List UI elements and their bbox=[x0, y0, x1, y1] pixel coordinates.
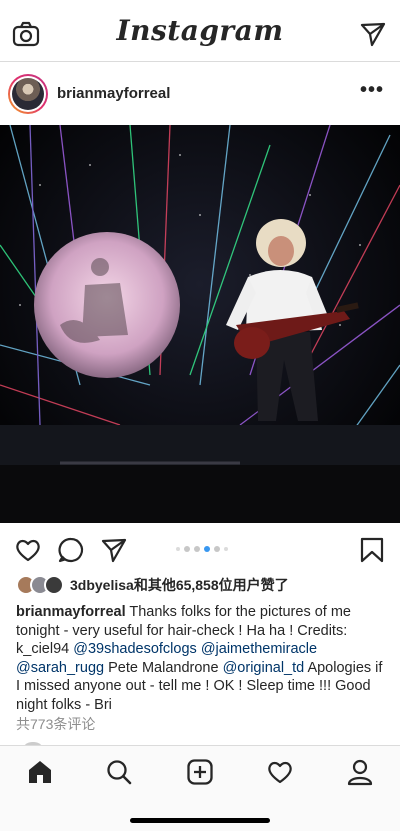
mention-link[interactable]: @sarah_rugg bbox=[16, 660, 104, 676]
paper-plane-icon[interactable] bbox=[360, 21, 386, 47]
search-icon[interactable] bbox=[105, 758, 133, 786]
likes-count: 3dbyelisa和其他65,858位用户赞了 bbox=[70, 577, 289, 593]
carousel-dot bbox=[184, 546, 190, 552]
carousel-indicator bbox=[176, 546, 228, 552]
home-indicator bbox=[130, 818, 270, 823]
liker-avatars bbox=[16, 575, 64, 595]
new-post-icon[interactable] bbox=[186, 758, 214, 786]
top-navigation-bar: Instagram bbox=[0, 0, 400, 62]
heart-icon[interactable] bbox=[14, 536, 42, 564]
post-header: brianmayforreal ••• bbox=[0, 63, 400, 125]
bookmark-icon[interactable] bbox=[358, 536, 386, 564]
view-comments-link[interactable]: 共773条评论 bbox=[16, 714, 95, 734]
profile-icon[interactable] bbox=[346, 758, 374, 786]
carousel-dot bbox=[214, 546, 220, 552]
post-caption: brianmayforreal Thanks folks for the pic… bbox=[16, 603, 388, 714]
carousel-dot-active bbox=[204, 546, 210, 552]
carousel-dot bbox=[176, 547, 180, 551]
mention-link[interactable]: @jaimethemiracle bbox=[201, 641, 317, 657]
post-username[interactable]: brianmayforreal bbox=[57, 85, 170, 102]
likes-summary[interactable]: 3dbyelisa和其他65,858位用户赞了 bbox=[16, 574, 289, 596]
home-icon[interactable] bbox=[26, 758, 54, 786]
carousel-dot bbox=[224, 547, 228, 551]
comment-icon[interactable] bbox=[57, 536, 85, 564]
caption-username[interactable]: brianmayforreal bbox=[16, 604, 126, 620]
mention-link[interactable]: @original_td bbox=[223, 660, 305, 676]
share-icon[interactable] bbox=[100, 536, 128, 564]
activity-heart-icon[interactable] bbox=[266, 758, 294, 786]
avatar[interactable] bbox=[8, 74, 48, 114]
post-actions bbox=[0, 530, 400, 570]
avatar bbox=[44, 575, 64, 595]
caption-text: Pete Malandrone bbox=[104, 659, 223, 676]
mention-link[interactable]: @39shadesofclogs bbox=[73, 641, 197, 657]
carousel-dot bbox=[194, 546, 200, 552]
post-photo[interactable] bbox=[0, 125, 400, 523]
app-title: Instagram bbox=[116, 14, 284, 47]
more-horizontal-icon[interactable]: ••• bbox=[360, 79, 384, 102]
